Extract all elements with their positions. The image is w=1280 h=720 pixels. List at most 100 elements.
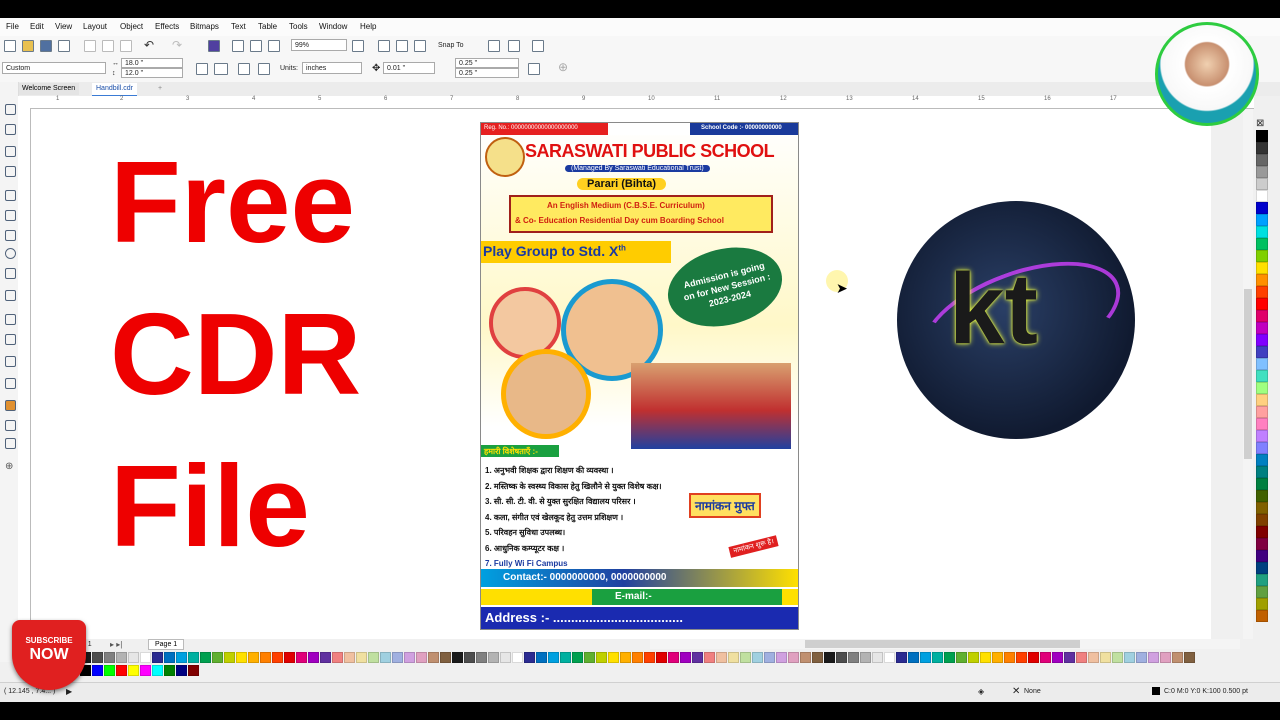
color-swatch[interactable] xyxy=(728,652,739,663)
eyedropper-icon[interactable] xyxy=(5,400,16,411)
color-swatch[interactable] xyxy=(128,665,139,676)
color-swatch[interactable] xyxy=(1160,652,1171,663)
color-swatch[interactable] xyxy=(884,652,895,663)
color-swatch[interactable] xyxy=(1256,310,1268,322)
color-swatch[interactable] xyxy=(1256,358,1268,370)
color-swatch[interactable] xyxy=(1256,346,1268,358)
page-nav-arrows-icon[interactable]: ▸ ▸| xyxy=(110,640,122,649)
color-swatch[interactable] xyxy=(716,652,727,663)
color-swatch[interactable] xyxy=(224,652,235,663)
color-swatch[interactable] xyxy=(1256,454,1268,466)
undo-icon[interactable]: ↶ xyxy=(144,38,154,52)
color-swatch[interactable] xyxy=(104,665,115,676)
copy-icon[interactable] xyxy=(102,40,114,52)
menu-file[interactable]: File xyxy=(6,22,19,31)
add-tab-icon[interactable]: + xyxy=(154,83,166,95)
color-swatch[interactable] xyxy=(1256,154,1268,166)
color-swatch[interactable] xyxy=(788,652,799,663)
color-swatch[interactable] xyxy=(776,652,787,663)
no-color-swatch-icon[interactable]: ⊠ xyxy=(1256,118,1264,129)
zoom-tool-icon[interactable] xyxy=(5,166,16,177)
paste-icon[interactable] xyxy=(120,40,132,52)
horizontal-scrollbar-thumb[interactable] xyxy=(805,640,1080,648)
color-swatch[interactable] xyxy=(200,652,211,663)
color-swatch[interactable] xyxy=(368,652,379,663)
grid-icon[interactable] xyxy=(414,40,426,52)
color-swatch[interactable] xyxy=(104,652,115,663)
color-swatch[interactable] xyxy=(320,652,331,663)
color-swatch[interactable] xyxy=(1256,382,1268,394)
color-swatch[interactable] xyxy=(584,652,595,663)
page-height-field[interactable]: 12.0 " xyxy=(121,68,183,78)
new-icon[interactable] xyxy=(4,40,16,52)
color-swatch[interactable] xyxy=(92,665,103,676)
color-swatch[interactable] xyxy=(284,652,295,663)
menu-bitmaps[interactable]: Bitmaps xyxy=(190,22,219,31)
color-swatch[interactable] xyxy=(1184,652,1195,663)
color-swatch[interactable] xyxy=(404,652,415,663)
color-swatch[interactable] xyxy=(524,652,535,663)
color-swatch[interactable] xyxy=(164,665,175,676)
color-swatch[interactable] xyxy=(1040,652,1051,663)
color-swatch[interactable] xyxy=(764,652,775,663)
publish-pdf-icon[interactable] xyxy=(268,40,280,52)
color-swatch[interactable] xyxy=(1256,574,1268,586)
ellipse-tool-icon[interactable] xyxy=(5,248,16,259)
color-swatch[interactable] xyxy=(1064,652,1075,663)
right-color-palette[interactable] xyxy=(1256,130,1268,630)
color-swatch[interactable] xyxy=(1256,514,1268,526)
zoom-page-icon[interactable] xyxy=(352,40,364,52)
rectangle-tool-icon[interactable] xyxy=(5,230,16,241)
color-swatch[interactable] xyxy=(548,652,559,663)
color-swatch[interactable] xyxy=(824,652,835,663)
duplicate-x-field[interactable]: 0.25 " xyxy=(455,58,519,68)
color-swatch[interactable] xyxy=(1256,214,1268,226)
color-swatch[interactable] xyxy=(1256,394,1268,406)
text-tool-icon[interactable] xyxy=(5,290,16,301)
color-swatch[interactable] xyxy=(860,652,871,663)
units-select[interactable]: inches xyxy=(302,62,362,74)
color-swatch[interactable] xyxy=(476,652,487,663)
play-icon[interactable]: ▶ xyxy=(66,687,72,696)
color-swatch[interactable] xyxy=(428,652,439,663)
color-swatch[interactable] xyxy=(1256,406,1268,418)
color-swatch[interactable] xyxy=(1256,298,1268,310)
menu-table[interactable]: Table xyxy=(258,22,277,31)
crop-tool-icon[interactable] xyxy=(5,146,16,157)
color-swatch[interactable] xyxy=(1256,190,1268,202)
color-swatch[interactable] xyxy=(1256,418,1268,430)
shape-tool-icon[interactable] xyxy=(5,124,16,135)
save-icon[interactable] xyxy=(40,40,52,52)
color-swatch[interactable] xyxy=(1256,130,1268,142)
color-swatch[interactable] xyxy=(1100,652,1111,663)
color-swatch[interactable] xyxy=(1256,142,1268,154)
color-swatch[interactable] xyxy=(92,652,103,663)
color-swatch[interactable] xyxy=(1256,478,1268,490)
color-swatch[interactable] xyxy=(692,652,703,663)
color-swatch[interactable] xyxy=(1256,274,1268,286)
color-swatch[interactable] xyxy=(1136,652,1147,663)
menu-text[interactable]: Text xyxy=(231,22,246,31)
color-swatch[interactable] xyxy=(164,652,175,663)
color-swatch[interactable] xyxy=(176,665,187,676)
alignment-icon[interactable] xyxy=(508,40,520,52)
freehand-tool-icon[interactable] xyxy=(5,190,16,201)
tab-handbill[interactable]: Handbill.cdr xyxy=(92,83,137,97)
color-swatch[interactable] xyxy=(260,652,271,663)
pick-tool-icon[interactable] xyxy=(5,104,16,115)
color-swatch[interactable] xyxy=(1256,586,1268,598)
all-pages-icon[interactable] xyxy=(238,63,250,75)
nudge-distance-field[interactable]: 0.01 " xyxy=(383,62,435,74)
color-swatch[interactable] xyxy=(452,652,463,663)
menu-help[interactable]: Help xyxy=(360,22,376,31)
color-swatch[interactable] xyxy=(236,652,247,663)
color-swatch[interactable] xyxy=(620,652,631,663)
color-swatch[interactable] xyxy=(1016,652,1027,663)
color-swatch[interactable] xyxy=(128,652,139,663)
color-swatch[interactable] xyxy=(1088,652,1099,663)
menu-view[interactable]: View xyxy=(55,22,72,31)
menu-object[interactable]: Object xyxy=(120,22,143,31)
color-swatch[interactable] xyxy=(1256,490,1268,502)
search-content-icon[interactable] xyxy=(208,40,220,52)
page-size-select[interactable]: Custom xyxy=(2,62,106,74)
